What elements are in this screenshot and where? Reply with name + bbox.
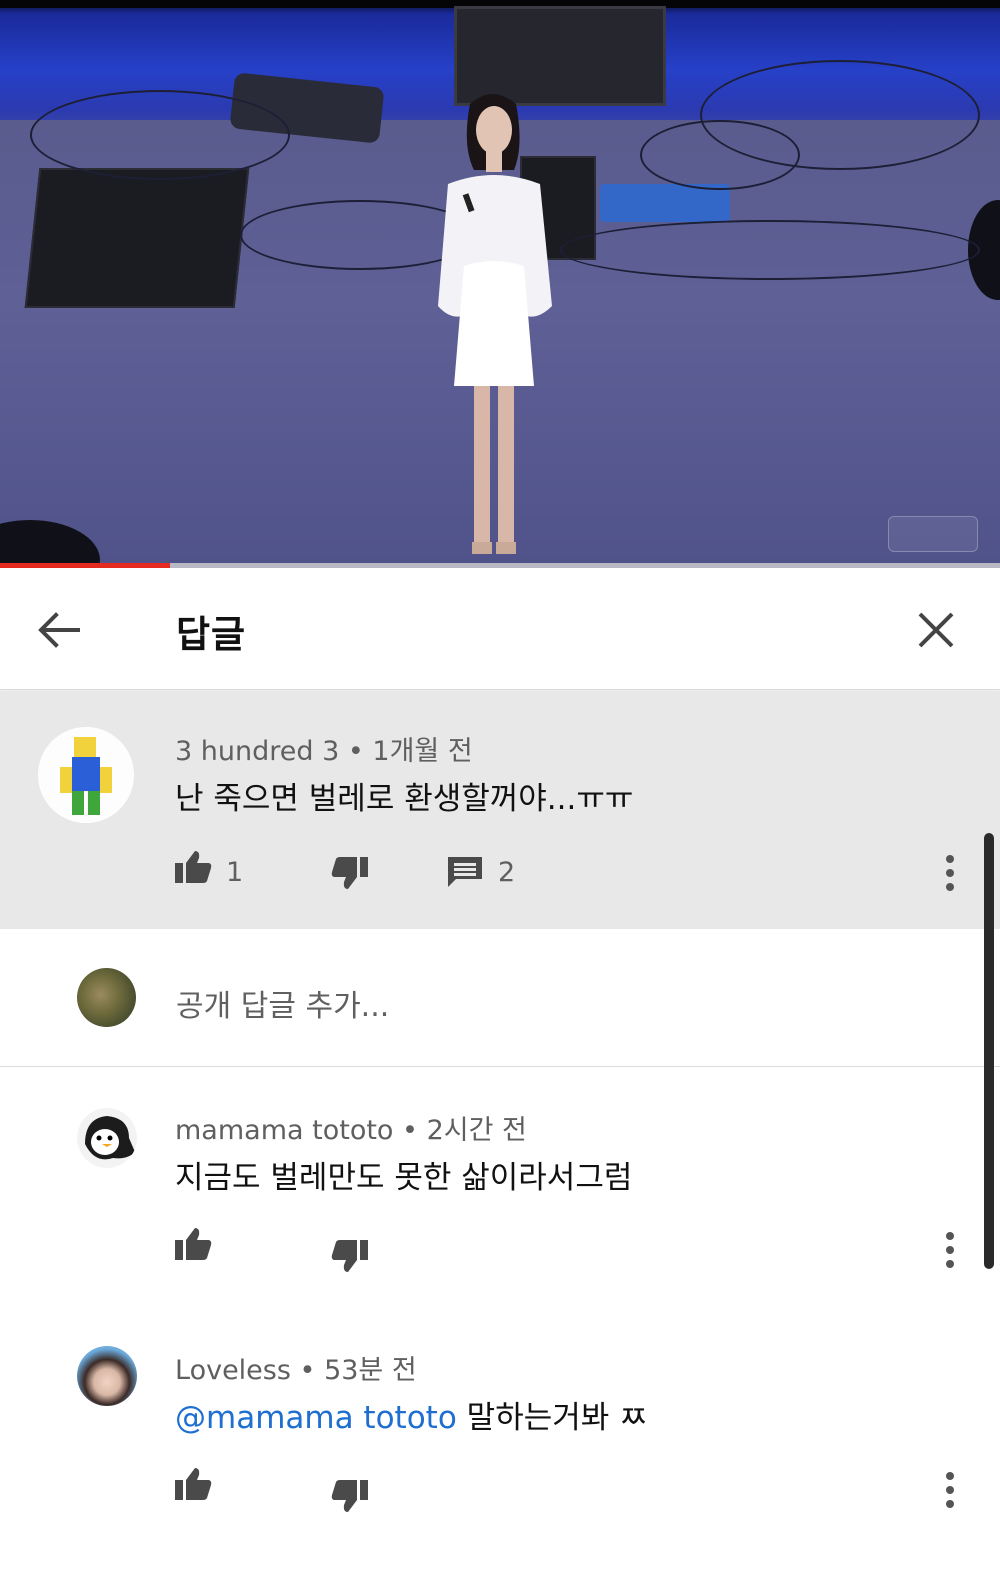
add-reply-row[interactable]: 공개 답글 추가...: [0, 929, 1000, 1067]
comment-meta: 3 hundred 3 • 1개월 전: [175, 729, 473, 768]
stage-cable: [30, 90, 290, 180]
close-icon[interactable]: [914, 608, 958, 652]
like-button-icon[interactable]: [173, 1226, 213, 1262]
comment-time: 1개월 전: [372, 736, 473, 767]
avatar-figure-icon: [38, 727, 134, 823]
comment-text: @mamama tototo 말하는거봐 ㅉ: [175, 1392, 648, 1437]
mention-link[interactable]: @mamama tototo: [175, 1400, 457, 1436]
reply-avatar[interactable]: [77, 1108, 137, 1168]
current-user-avatar: [77, 968, 136, 1027]
reply-count: 2: [498, 857, 516, 888]
more-options-icon[interactable]: [940, 853, 960, 893]
comment-author[interactable]: Loveless: [175, 1355, 291, 1386]
comment-time: 2시간 전: [426, 1115, 527, 1146]
meta-separator: •: [402, 1115, 418, 1146]
reply-avatar[interactable]: [77, 1346, 137, 1406]
comment-text: 지금도 벌레만도 못한 삶이라서그럼: [175, 1160, 633, 1196]
comment-meta: Loveless • 53분 전: [175, 1348, 417, 1387]
video-player[interactable]: [0, 0, 1000, 567]
like-button-icon[interactable]: [173, 1466, 213, 1502]
broadcast-watermark: [888, 516, 978, 552]
meta-separator: •: [299, 1355, 316, 1386]
page-title: 답글: [176, 613, 247, 656]
like-button-icon[interactable]: [173, 849, 213, 885]
comment-meta: mamama tototo • 2시간 전: [175, 1108, 527, 1147]
reply-comment-icon[interactable]: [446, 855, 484, 889]
more-options-icon[interactable]: [940, 1470, 960, 1510]
reply-item: mamama tototo • 2시간 전 지금도 벌레만도 못한 삶이라서그럼: [0, 1068, 1000, 1308]
performer: [438, 94, 552, 554]
dislike-button-icon[interactable]: [330, 855, 370, 891]
dislike-button-icon[interactable]: [330, 1478, 370, 1514]
stage-cable: [560, 220, 980, 280]
comment-author[interactable]: 3 hundred 3: [175, 736, 339, 767]
back-arrow-icon[interactable]: [34, 610, 84, 650]
comment-author[interactable]: mamama tototo: [175, 1115, 393, 1146]
comment-text: 난 죽으면 벌레로 환생할꺼야...ㅠㅠ: [175, 781, 634, 817]
dislike-button-icon[interactable]: [330, 1238, 370, 1274]
more-options-icon[interactable]: [940, 1230, 960, 1270]
meta-separator: •: [347, 736, 364, 767]
avatar-penguin-icon: [77, 1108, 137, 1168]
scrollbar[interactable]: [984, 833, 994, 1269]
comment-body: 말하는거봐 ㅉ: [466, 1400, 648, 1436]
reply-item: Loveless • 53분 전 @mamama tototo 말하는거봐 ㅉ: [0, 1308, 1000, 1577]
comment-time: 53분 전: [324, 1355, 417, 1386]
monitor-speaker: [24, 168, 250, 308]
stage-cable: [700, 60, 980, 170]
replies-header: 답글: [0, 568, 1000, 690]
like-count: 1: [226, 857, 244, 888]
parent-comment: 3 hundred 3 • 1개월 전 난 죽으면 벌레로 환생할꺼야...ㅠㅠ…: [0, 691, 1000, 929]
avatar[interactable]: [38, 727, 134, 823]
reply-input[interactable]: 공개 답글 추가...: [176, 981, 389, 1025]
